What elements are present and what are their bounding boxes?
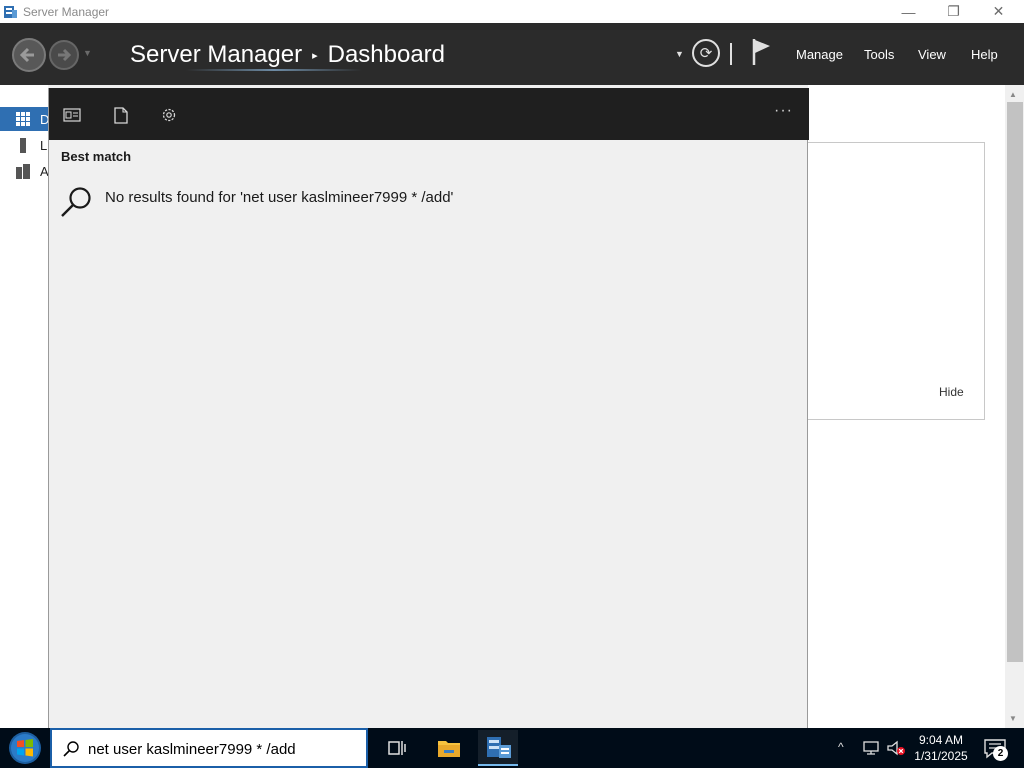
welcome-tile [808,142,985,420]
forward-button[interactable] [49,40,79,70]
scrollbar-thumb[interactable] [1007,102,1023,662]
taskbar: ^ 9:04 AM 1/31/2025 2 [0,728,1024,768]
app-header: ▼ Server Manager ▸ Dashboard ▼ ⟳ Manage … [0,23,1024,85]
notification-count-badge: 2 [993,746,1008,761]
clock-time: 9:04 AM [918,733,964,747]
more-options-button[interactable]: ··· [774,102,793,120]
volume-muted-icon[interactable] [886,739,906,757]
search-input[interactable] [88,732,358,766]
arrow-right-icon [58,48,72,62]
hide-welcome-link[interactable]: Hide [939,385,964,399]
search-results-panel: ··· Best match No results found for 'net… [48,88,809,728]
apps-filter-button[interactable] [62,105,82,125]
scroll-up-icon[interactable]: ▲ [1009,90,1017,99]
search-filter-bar: ··· [49,88,809,140]
breadcrumb-current: Dashboard [327,41,446,68]
notification-dropdown-icon[interactable]: ▼ [675,49,684,59]
system-clock[interactable]: 9:04 AM 1/31/2025 [912,732,970,764]
no-results-item: No results found for 'net user kaslminee… [49,176,809,220]
sidebar-item-local-server[interactable]: L [0,133,48,157]
server-manager-app-icon [4,6,17,18]
history-dropdown-icon[interactable]: ▼ [83,48,92,58]
refresh-button[interactable]: ⟳ [692,39,720,67]
document-icon [114,106,128,124]
window-title: Server Manager [23,5,110,19]
server-manager-taskbar-button[interactable] [478,730,518,766]
server-manager-icon [487,737,511,758]
documents-filter-button[interactable] [111,105,131,125]
sidebar-item-label: L [40,138,48,153]
file-explorer-icon[interactable] [430,730,468,766]
minimize-button[interactable]: — [886,0,931,23]
menu-tools[interactable]: Tools [864,47,894,62]
start-button[interactable] [6,730,44,766]
notifications-flag-icon[interactable] [750,37,774,67]
servers-group-icon [16,164,30,179]
server-icon [20,138,26,153]
menu-view[interactable]: View [918,47,946,62]
arrow-left-icon [19,47,34,63]
apps-filter-icon [63,108,81,122]
clock-date: 1/31/2025 [914,749,968,763]
scroll-down-icon[interactable]: ▼ [1009,714,1017,723]
sidebar-item-dashboard[interactable]: D [0,107,49,131]
no-results-message: No results found for 'net user kaslminee… [105,189,454,206]
dashboard-grid-icon [16,112,30,126]
title-bar: Server Manager — ❐ ✕ [0,0,1024,23]
close-button[interactable]: ✕ [976,0,1021,23]
task-view-icon[interactable] [386,738,408,758]
restore-button[interactable]: ❐ [931,0,976,23]
back-button[interactable] [12,38,46,72]
sidebar: D L A [0,85,49,728]
gear-icon [162,108,176,122]
settings-filter-button[interactable] [159,105,179,125]
breadcrumb-root[interactable]: Server Manager [130,41,302,69]
header-separator [730,43,732,65]
sidebar-item-all-servers[interactable]: A [0,159,49,183]
menu-help[interactable]: Help [971,47,998,62]
search-icon [63,741,79,757]
search-icon [61,187,91,217]
best-match-heading: Best match [61,149,132,164]
breadcrumb-separator-icon: ▸ [312,49,318,62]
show-hidden-icons-button[interactable]: ^ [838,740,844,754]
breadcrumb: Server Manager ▸ Dashboard [130,41,445,69]
breadcrumb-glow [186,69,362,71]
refresh-icon: ⟳ [699,45,713,62]
menu-manage[interactable]: Manage [796,47,843,62]
network-icon[interactable] [862,739,880,757]
taskbar-search-box[interactable] [50,728,368,768]
